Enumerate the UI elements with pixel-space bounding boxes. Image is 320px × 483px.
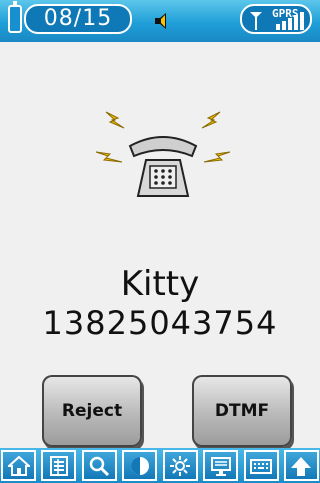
search-button[interactable] — [81, 450, 117, 481]
dtmf-button[interactable]: DTMF — [192, 375, 292, 447]
gprs-label: GPRS — [272, 7, 299, 20]
keyboard-button[interactable] — [243, 450, 279, 481]
contrast-icon — [130, 456, 149, 475]
keyboard-icon — [250, 458, 273, 474]
menu-list-icon — [49, 455, 68, 476]
signal-indicator: GPRS — [240, 4, 312, 34]
contrast-button[interactable] — [122, 450, 158, 481]
home-button[interactable] — [1, 450, 36, 481]
brightness-icon — [170, 455, 191, 476]
ringing-phone-icon — [95, 111, 231, 197]
date-display: 08/15 — [24, 4, 132, 34]
caller-number: 13825043754 — [42, 304, 278, 342]
desktop-icon — [210, 456, 231, 476]
up-arrow-button[interactable] — [283, 450, 319, 481]
speaker-icon[interactable] — [154, 12, 172, 30]
call-screen: Kitty 13825043754 Reject DTMF — [0, 42, 320, 454]
taskbar — [0, 448, 320, 483]
desktop-button[interactable] — [203, 450, 239, 481]
up-arrow-icon — [291, 456, 312, 476]
menu-list-button[interactable] — [41, 450, 77, 481]
reject-button[interactable]: Reject — [42, 375, 142, 447]
battery-icon — [8, 1, 22, 33]
brightness-button[interactable] — [162, 450, 198, 481]
caller-name: Kitty — [120, 264, 200, 304]
search-icon — [90, 456, 110, 476]
status-bar: 08/15 GPRS — [0, 0, 320, 42]
home-icon — [7, 455, 30, 476]
